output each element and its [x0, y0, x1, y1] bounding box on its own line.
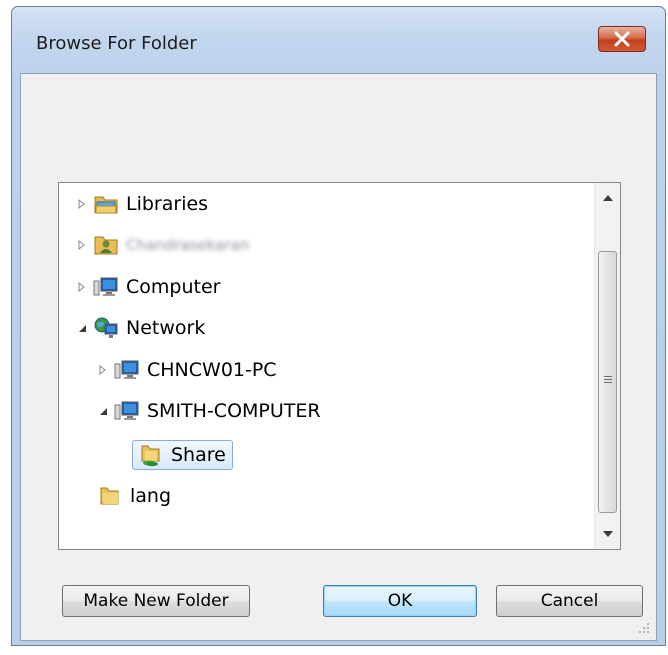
- tree-item-label: lang: [130, 485, 172, 507]
- collapse-arrow-icon[interactable]: [76, 322, 88, 334]
- cancel-button[interactable]: Cancel: [496, 585, 643, 617]
- shared-folder-icon: [137, 441, 165, 469]
- make-new-folder-button[interactable]: Make New Folder: [62, 585, 250, 617]
- tree-item-libraries[interactable]: Libraries: [76, 187, 208, 221]
- tree-item-label: Computer: [126, 276, 221, 298]
- tree-item-computer[interactable]: Computer: [76, 270, 220, 304]
- network-icon: [92, 314, 120, 342]
- collapse-arrow-icon[interactable]: [97, 405, 109, 417]
- tree-item-lang[interactable]: lang: [96, 479, 171, 513]
- title-bar[interactable]: Browse For Folder: [12, 7, 665, 73]
- tree-item-label: Share: [171, 444, 226, 466]
- tree-item-label: Network: [126, 317, 206, 339]
- scroll-down-arrow-icon: [602, 531, 613, 537]
- close-button[interactable]: [598, 26, 646, 52]
- computer-icon: [113, 397, 141, 425]
- expand-arrow-icon[interactable]: [76, 281, 88, 293]
- tree-item-smith-computer[interactable]: SMITH-COMPUTER: [97, 394, 321, 428]
- computer-icon: [113, 356, 141, 384]
- folder-icon: [96, 482, 124, 510]
- tree-item-user-folder[interactable]: Chandrasekaran: [76, 228, 249, 262]
- tree-item-label: CHNCW01-PC: [147, 359, 277, 381]
- dialog-client-area: Libraries Chandrasekaran Computer Networ…: [20, 73, 657, 641]
- scroll-thumb[interactable]: [598, 251, 617, 513]
- tree-item-label: Chandrasekaran: [126, 236, 250, 254]
- tree-item-share[interactable]: Share: [132, 438, 233, 472]
- browse-for-folder-dialog: Browse For Folder Libraries Chandrasekar…: [11, 6, 666, 646]
- expand-arrow-icon[interactable]: [76, 239, 88, 251]
- folder-tree[interactable]: Libraries Chandrasekaran Computer Networ…: [58, 182, 621, 550]
- tree-item-chncw01-pc[interactable]: CHNCW01-PC: [97, 353, 277, 387]
- computer-icon: [92, 273, 120, 301]
- scroll-up-arrow-icon: [602, 195, 613, 201]
- window-title: Browse For Folder: [36, 33, 197, 54]
- user-folder-icon: [92, 231, 120, 259]
- expand-arrow-icon[interactable]: [76, 198, 88, 210]
- scroll-up-button[interactable]: [595, 183, 620, 213]
- resize-grip-icon[interactable]: [638, 622, 650, 634]
- tree-item-label: SMITH-COMPUTER: [147, 400, 321, 422]
- scroll-down-button[interactable]: [595, 519, 620, 549]
- selection-highlight[interactable]: Share: [132, 440, 233, 470]
- libraries-icon: [92, 190, 120, 218]
- tree-item-label: Libraries: [126, 193, 209, 215]
- close-icon: [614, 31, 630, 47]
- tree-item-network[interactable]: Network: [76, 311, 205, 345]
- vertical-scrollbar[interactable]: [594, 183, 620, 549]
- scroll-grip-icon: [604, 376, 612, 385]
- ok-button[interactable]: OK: [323, 585, 477, 617]
- expand-arrow-icon[interactable]: [97, 364, 109, 376]
